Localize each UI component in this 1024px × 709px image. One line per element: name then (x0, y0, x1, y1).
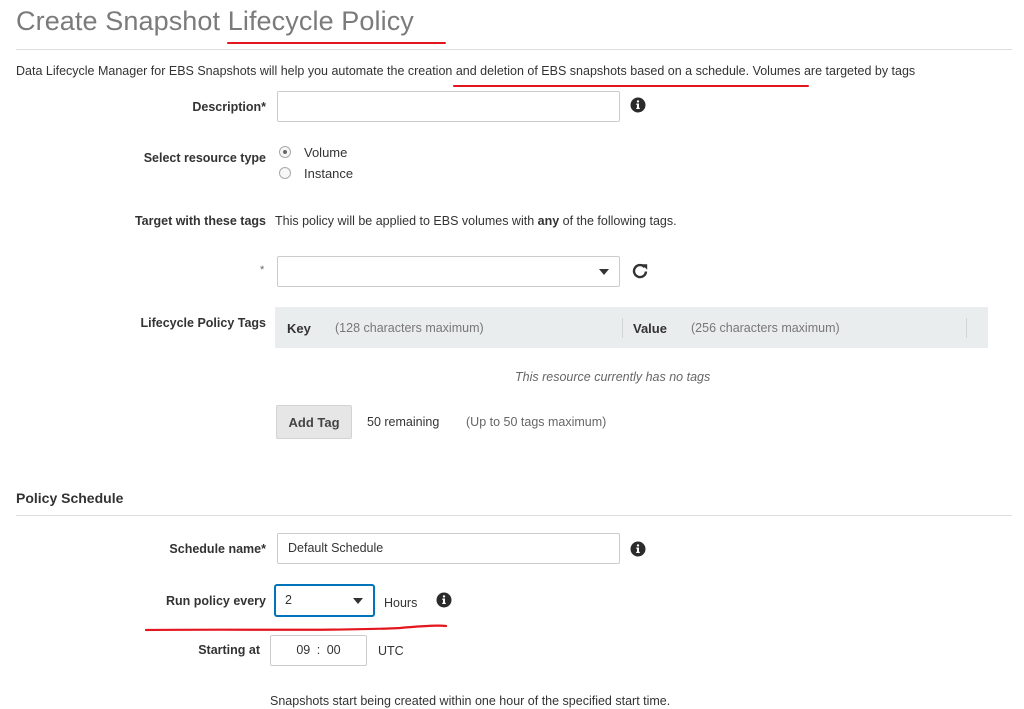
schedule-name-label: Schedule name* (169, 542, 266, 556)
starting-at-separator: : (316, 643, 321, 657)
tags-empty-text: This resource currently has no tags (515, 370, 711, 384)
required-marker: * (260, 264, 265, 276)
annotation-underline-title (227, 42, 446, 44)
starting-at-minute[interactable]: 00 (327, 643, 341, 657)
target-tags-select[interactable] (277, 256, 620, 287)
tags-remaining: 50 remaining (367, 415, 440, 429)
target-tags-text-bold: any (537, 214, 560, 228)
intro-text: Data Lifecycle Manager for EBS Snapshots… (16, 64, 916, 78)
schedule-divider (16, 515, 1012, 516)
policy-schedule-title: Policy Schedule (16, 490, 124, 506)
tags-value-header: Value (633, 321, 667, 336)
radio-volume-label[interactable]: Volume (304, 145, 347, 160)
info-icon[interactable] (630, 97, 646, 113)
tags-header-separator (622, 318, 623, 338)
tags-key-header: Key (287, 321, 311, 336)
add-tag-button[interactable]: Add Tag (276, 405, 352, 439)
chevron-down-icon[interactable] (353, 598, 363, 604)
info-icon[interactable] (436, 592, 452, 608)
target-tags-description: This policy will be applied to EBS volum… (275, 214, 677, 228)
schedule-name-input[interactable]: Default Schedule (277, 533, 620, 564)
title-divider (16, 49, 1012, 50)
resource-type-label: Select resource type (143, 151, 266, 165)
run-every-unit: Hours (384, 596, 418, 610)
schedule-note: Snapshots start being created within one… (270, 694, 671, 708)
description-label: Description* (192, 100, 266, 114)
page-title: Create Snapshot Lifecycle Policy (16, 6, 414, 36)
tags-key-hint: (128 characters maximum) (335, 321, 484, 335)
tags-value-hint: (256 characters maximum) (691, 321, 840, 335)
starting-at-time-input[interactable]: 09 : 00 (270, 635, 367, 666)
starting-at-label: Starting at (198, 643, 260, 657)
run-every-value: 2 (285, 593, 292, 607)
starting-at-hour[interactable]: 09 (296, 643, 310, 657)
radio-instance[interactable] (279, 167, 291, 179)
radio-instance-label[interactable]: Instance (304, 166, 353, 181)
radio-volume[interactable] (279, 146, 291, 158)
annotation-underline-run-policy (144, 624, 448, 632)
starting-at-timezone: UTC (378, 644, 404, 658)
target-tags-text-after: of the following tags. (559, 214, 677, 228)
target-tags-text-before: This policy will be applied to EBS volum… (275, 214, 538, 228)
refresh-icon[interactable] (631, 262, 649, 280)
description-input[interactable] (277, 91, 620, 122)
info-icon[interactable] (630, 541, 646, 557)
tags-limit: (Up to 50 tags maximum) (466, 415, 607, 429)
run-every-label: Run policy every (165, 594, 266, 608)
tags-header-separator-end (966, 318, 967, 338)
annotation-underline-intro (453, 85, 809, 87)
target-tags-label: Target with these tags (134, 214, 266, 228)
lifecycle-tags-label: Lifecycle Policy Tags (140, 316, 266, 330)
chevron-down-icon[interactable] (599, 269, 609, 275)
